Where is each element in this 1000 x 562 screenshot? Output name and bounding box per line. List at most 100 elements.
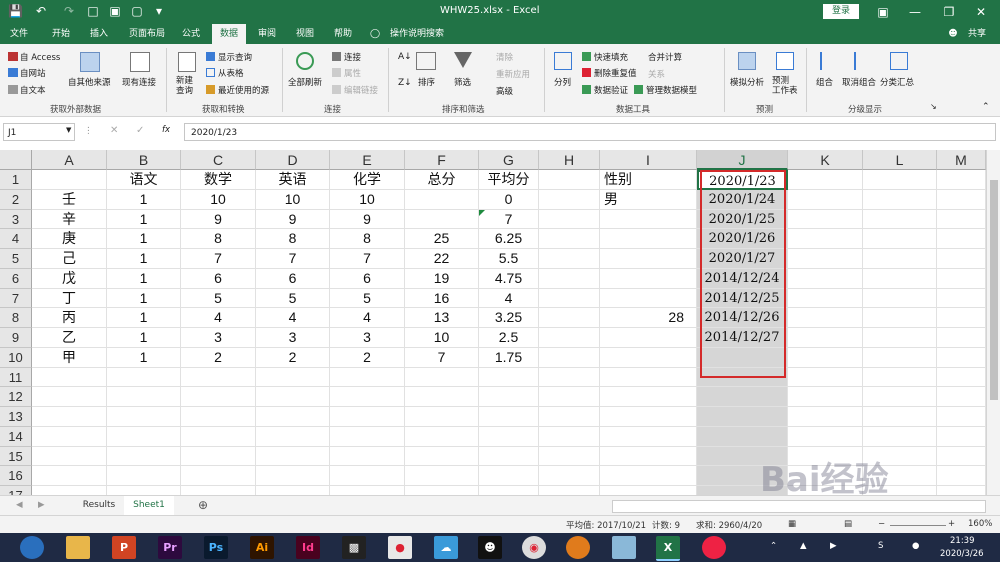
row-header[interactable]: 1 [0,170,32,190]
cell-H3[interactable] [539,209,600,230]
cell-A8[interactable]: 丙 [32,308,107,328]
vertical-scrollbar[interactable] [986,150,1000,495]
refresh-all-button[interactable]: 全部刷新 [288,76,322,88]
cell-B10[interactable]: 1 [107,347,181,368]
tray-chevron-icon[interactable]: ⌃ [770,541,777,551]
cell-M8[interactable] [937,308,986,328]
cell-H2[interactable] [539,189,600,210]
row-header[interactable]: 6 [0,268,32,289]
powerpoint-icon[interactable]: P [112,536,136,559]
cell-H12[interactable] [539,387,600,407]
tab-data[interactable]: 数据 [212,24,246,44]
cell-M7[interactable] [937,288,986,309]
cell-I15[interactable] [600,446,697,467]
cell-E16[interactable] [330,466,405,486]
cell-A5[interactable]: 己 [32,249,107,269]
cell-J13[interactable] [697,407,788,427]
ungroup-button[interactable]: 取消组合 [842,76,876,88]
column-header[interactable]: H [539,150,600,170]
cell-F5[interactable]: 22 [405,249,479,269]
undo-icon[interactable]: ↶ [34,4,48,18]
cell-A7[interactable]: 丁 [32,288,107,309]
cell-I7[interactable] [600,288,697,309]
cell-D3[interactable]: 9 [256,209,330,230]
cell-I14[interactable] [600,426,697,447]
column-header[interactable]: M [937,150,986,170]
browser-icon[interactable] [566,536,590,559]
cell-G10[interactable]: 1.75 [479,347,539,368]
select-all-button[interactable] [0,150,32,170]
cell-L8[interactable] [863,308,937,328]
cell-M2[interactable] [937,189,986,210]
share-button[interactable]: 共享 [962,24,992,44]
cell-G4[interactable]: 6.25 [479,229,539,249]
ribbon-display-icon[interactable]: ▣ [868,2,898,22]
cell-K13[interactable] [788,407,863,427]
file-explorer-icon[interactable] [66,536,90,559]
cell-J2[interactable]: 2020/1/24 [697,189,788,210]
cell-G8[interactable]: 3.25 [479,308,539,328]
row-header[interactable]: 17 [0,486,32,495]
cell-K10[interactable] [788,347,863,368]
zoom-slider[interactable] [890,525,946,526]
cell-E10[interactable]: 2 [330,347,405,368]
cell-M11[interactable] [937,367,986,388]
cell-F14[interactable] [405,426,479,447]
connections-button[interactable]: 连接 [344,51,361,63]
cell-J5[interactable]: 2020/1/27 [697,249,788,269]
from-other-sources-button[interactable]: 自其他来源 [68,76,111,88]
indesign-icon[interactable]: Id [296,536,320,559]
illustrator-icon[interactable]: Ai [250,536,274,559]
cell-B17[interactable] [107,486,181,495]
cell-H5[interactable] [539,249,600,269]
row-header[interactable]: 12 [0,387,32,407]
cell-F9[interactable]: 10 [405,328,479,348]
cell-H17[interactable] [539,486,600,495]
cell-C9[interactable]: 3 [181,328,256,348]
touch-mode-icon[interactable]: ▢ [130,4,144,18]
cell-L10[interactable] [863,347,937,368]
sort-asc-icon[interactable]: A↓ [398,52,412,62]
cell-G11[interactable] [479,367,539,388]
cell-M14[interactable] [937,426,986,447]
add-sheet-icon[interactable]: ⊕ [198,498,208,512]
cell-H10[interactable] [539,347,600,368]
cell-F10[interactable]: 7 [405,347,479,368]
cell-J3[interactable]: 2020/1/25 [697,209,788,230]
tab-home[interactable]: 开始 [44,24,78,44]
premiere-icon[interactable]: Pr [158,536,182,559]
cell-E9[interactable]: 3 [330,328,405,348]
row-header[interactable]: 4 [0,229,32,249]
page-layout-view-icon[interactable]: ▤ [844,519,852,529]
show-queries-button[interactable]: 显示查询 [218,51,252,63]
cortana-icon[interactable] [20,536,44,559]
cell-E4[interactable]: 8 [330,229,405,249]
existing-connections-button[interactable]: 现有连接 [122,76,156,88]
recent-sources-button[interactable]: 最近使用的源 [218,84,269,96]
column-header[interactable]: D [256,150,330,170]
cell-H8[interactable] [539,308,600,328]
cell-M3[interactable] [937,209,986,230]
cell-C15[interactable] [181,446,256,467]
cell-C7[interactable]: 5 [181,288,256,309]
cell-D17[interactable] [256,486,330,495]
row-header[interactable]: 3 [0,209,32,230]
cell-K3[interactable] [788,209,863,230]
cell-L6[interactable] [863,268,937,289]
cell-C6[interactable]: 6 [181,268,256,289]
cell-A17[interactable] [32,486,107,495]
chrome-icon[interactable]: ◉ [522,536,546,559]
cell-I2[interactable]: 男 [600,189,697,210]
cell-L7[interactable] [863,288,937,309]
cell-D11[interactable] [256,367,330,388]
formula-input[interactable]: 2020/1/23 [184,123,996,141]
cell-D8[interactable]: 4 [256,308,330,328]
cell-I11[interactable] [600,367,697,388]
cell-E1[interactable]: 化学 [330,170,405,190]
cell-C4[interactable]: 8 [181,229,256,249]
advanced-button[interactable]: 高级 [496,85,513,97]
cell-C16[interactable] [181,466,256,486]
cell-E11[interactable] [330,367,405,388]
cell-B2[interactable]: 1 [107,189,181,210]
properties-button[interactable]: 属性 [344,67,361,79]
